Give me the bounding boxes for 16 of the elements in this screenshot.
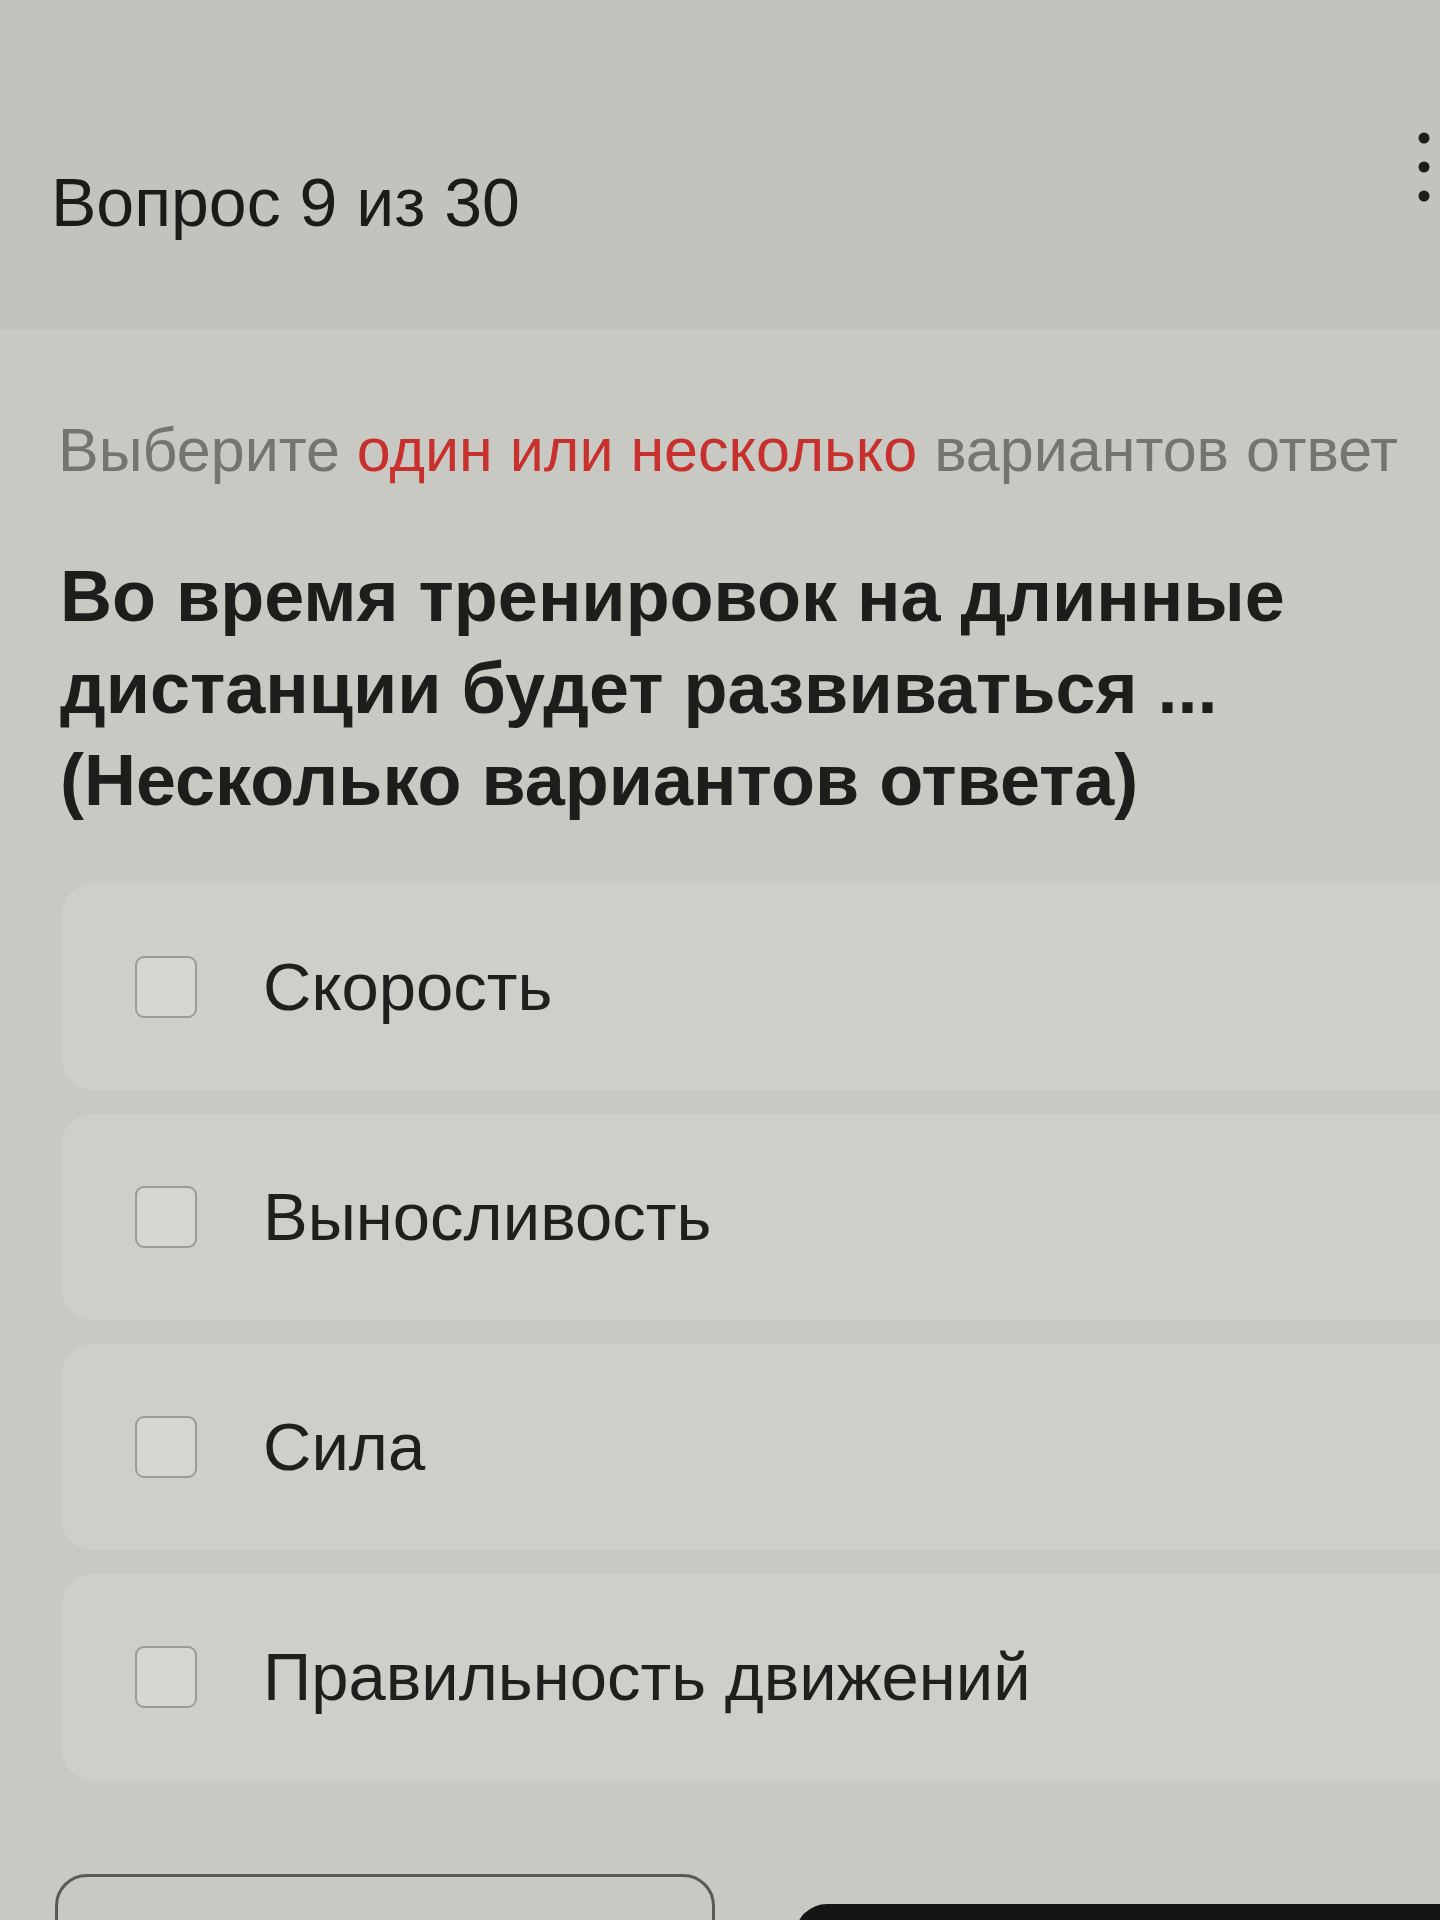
answer-option[interactable]: Скорость (62, 884, 1440, 1090)
instruction-text: Выберите один или несколько вариантов ответ (58, 415, 1398, 486)
checkbox[interactable] (135, 1416, 197, 1478)
checkbox[interactable] (135, 956, 197, 1018)
answer-option[interactable]: Правильность движений (62, 1574, 1440, 1780)
more-menu-icon[interactable] (1418, 132, 1430, 202)
option-label: Правильность движений (263, 1638, 1031, 1716)
checkbox[interactable] (135, 1646, 197, 1708)
answer-option[interactable]: Сила (62, 1344, 1440, 1550)
answer-option[interactable]: Выносливость (62, 1114, 1440, 1320)
option-label: Скорость (263, 948, 553, 1026)
question-counter: Вопрос 9 из 30 (51, 163, 520, 242)
checkbox[interactable] (135, 1186, 197, 1248)
question-text: Во время тренировок на длинные дистанции будет развиваться ... (Несколько вариантов ответа) (60, 555, 1286, 822)
option-label: Сила (263, 1408, 426, 1486)
option-label: Выносливость (263, 1178, 712, 1256)
